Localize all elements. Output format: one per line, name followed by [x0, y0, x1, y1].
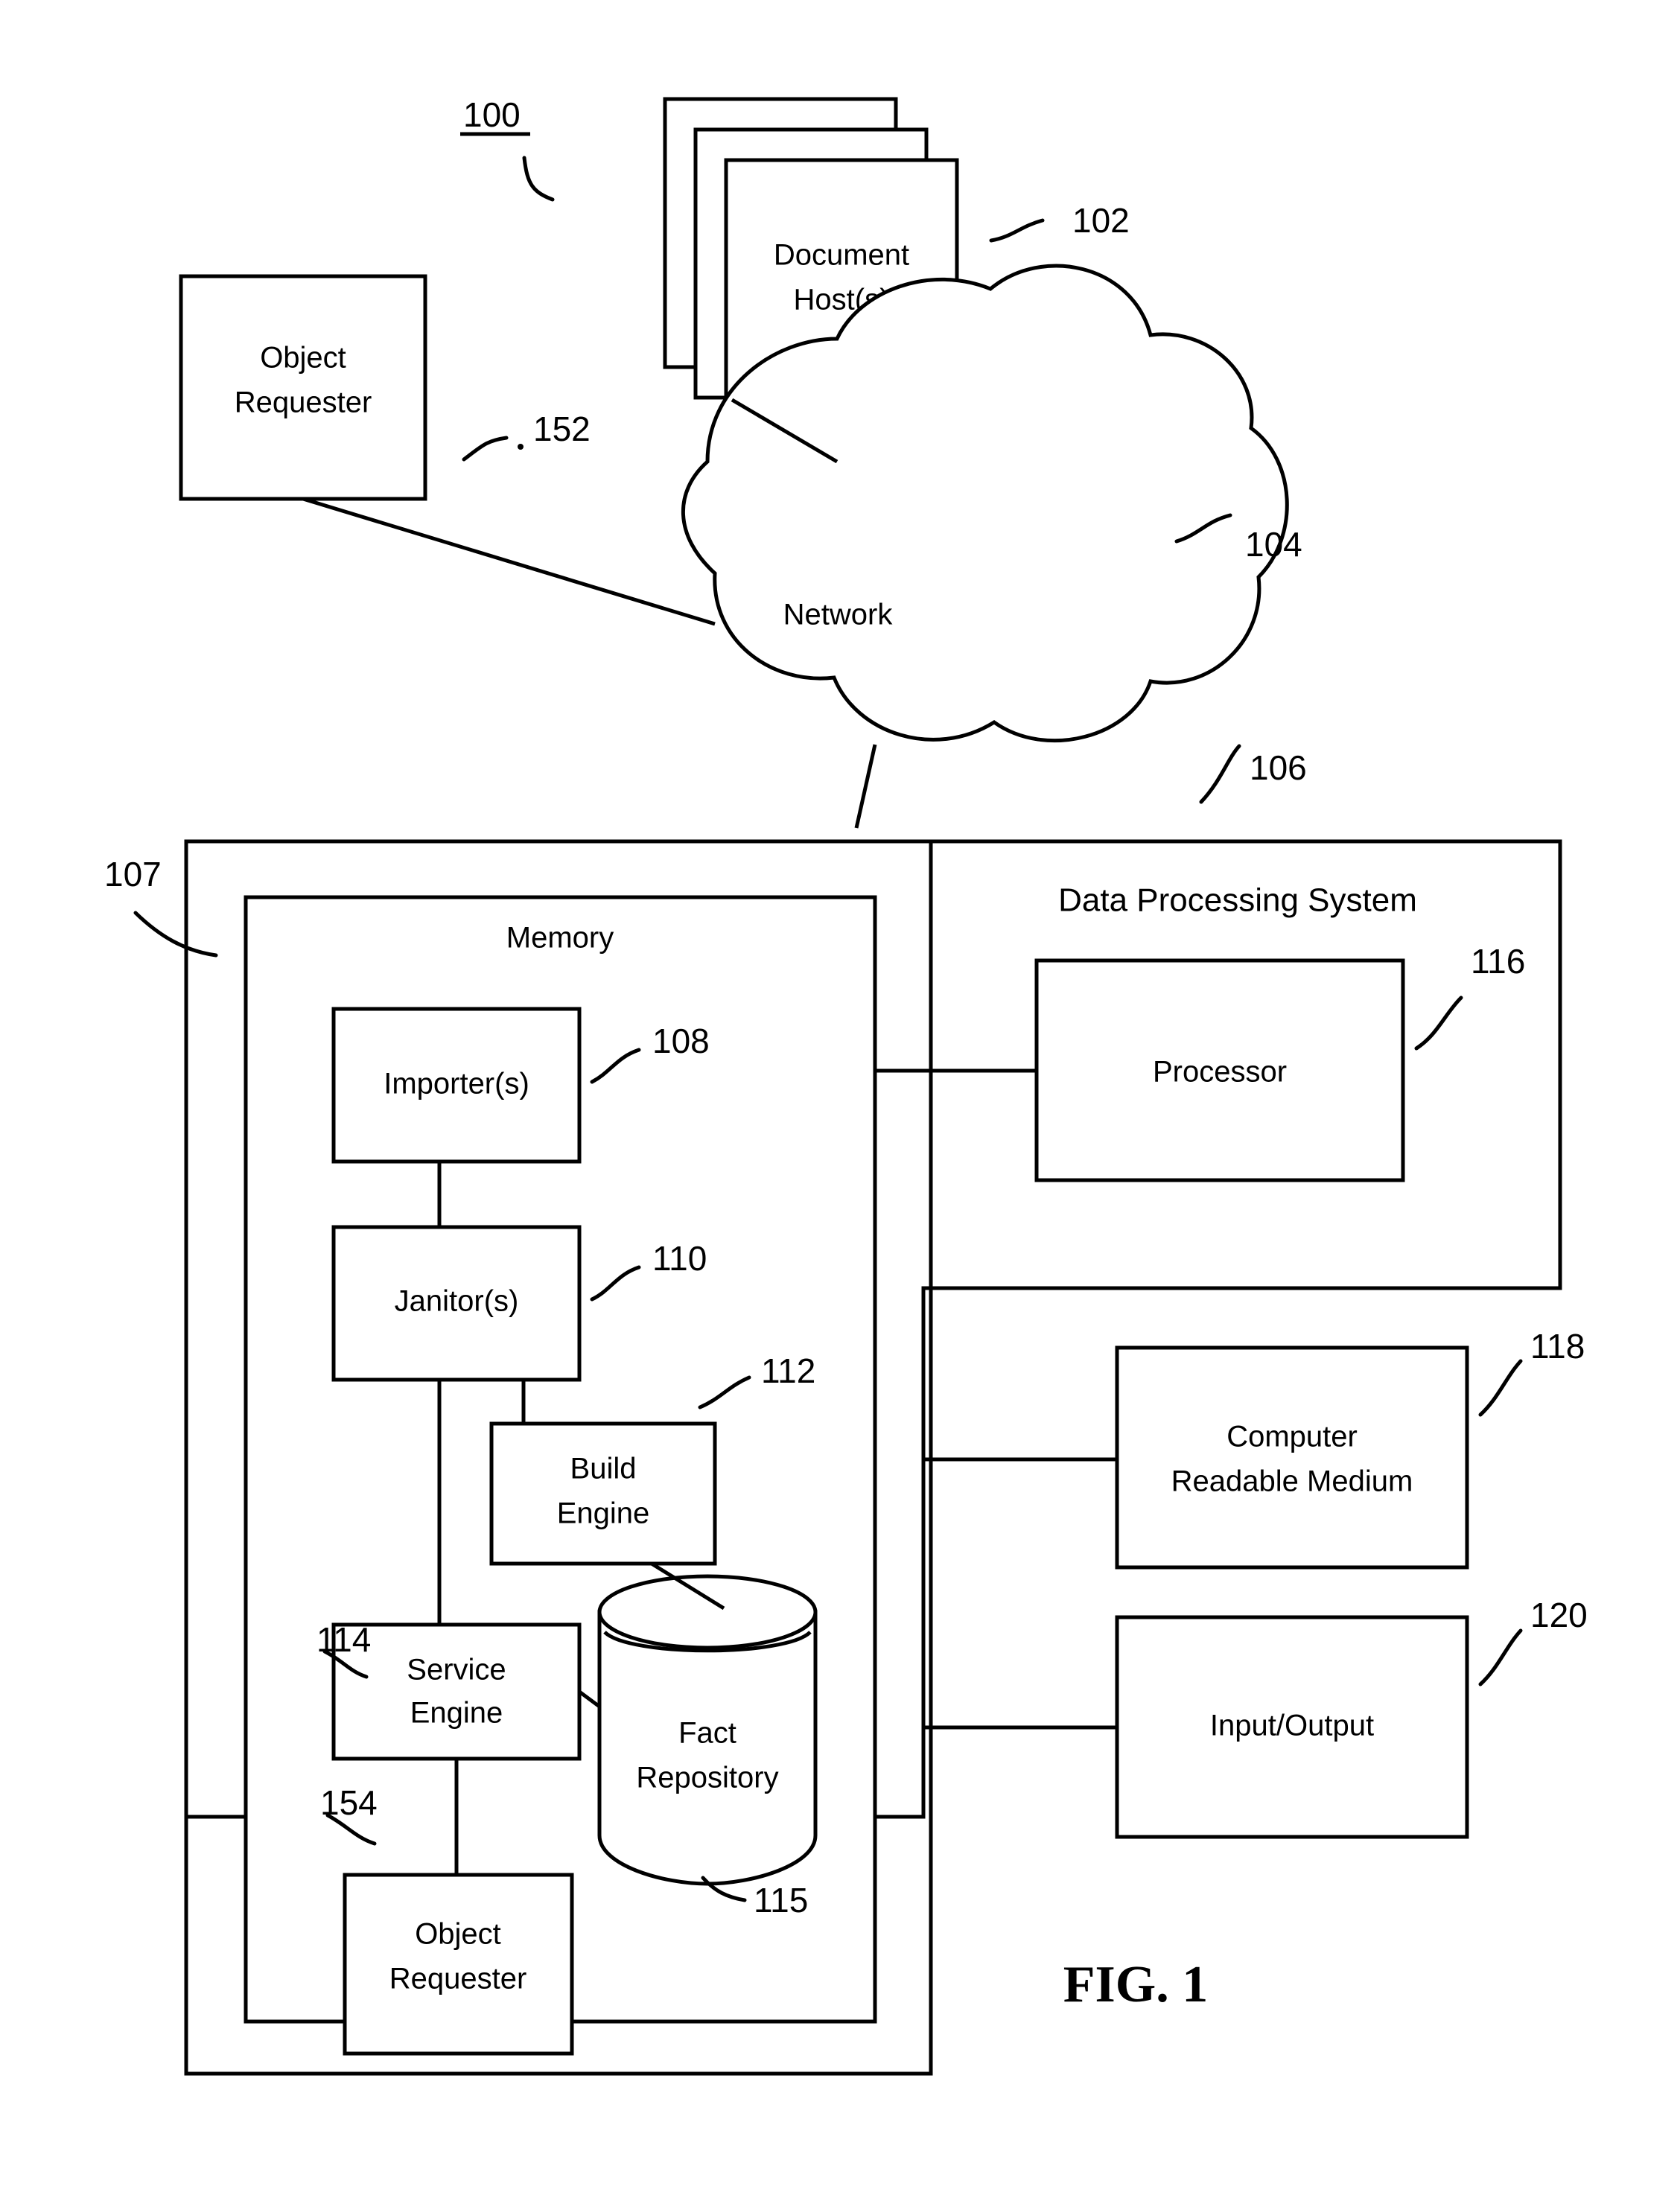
ref-104-label: 104	[1245, 525, 1302, 564]
object-requester-external-label-line2: Requester	[235, 386, 372, 419]
ref-107-leader	[133, 911, 218, 958]
build-engine-label-line1: Build	[570, 1453, 637, 1485]
service-engine-label-line2: Engine	[410, 1697, 503, 1730]
ref-106-label: 106	[1250, 748, 1307, 787]
inner-container-ref-group: 107	[104, 855, 218, 958]
ref-152-leader	[462, 436, 509, 462]
ref-110-label: 110	[652, 1239, 707, 1278]
ref-102-leader	[989, 218, 1045, 243]
build-engine-box	[489, 1421, 717, 1566]
ref-116-leader	[1414, 996, 1463, 1051]
object-requester-external-group: Object Requester 152	[179, 274, 591, 501]
ref-116-label: 116	[1471, 942, 1525, 981]
ref-100-label: 100	[463, 95, 521, 134]
fact-repository-label-line2: Repository	[636, 1762, 778, 1794]
ref-152-dot	[518, 444, 524, 450]
data-processing-system-title: Data Processing System	[1058, 882, 1417, 919]
ref-118-leader	[1478, 1359, 1523, 1417]
input-output-group: Input/Output 120	[1115, 1596, 1588, 1839]
connector-objectrequester-to-network	[302, 497, 716, 626]
service-engine-label-line1: Service	[407, 1654, 506, 1686]
ref-115-label: 115	[754, 1881, 808, 1920]
build-engine-label-line2: Engine	[557, 1497, 650, 1530]
fact-repository-group: Fact Repository 115	[597, 1574, 818, 1920]
object-requester-internal-label-line2: Requester	[389, 1963, 527, 1995]
ref-120-label: 120	[1530, 1596, 1588, 1634]
computer-readable-medium-label-line2: Readable Medium	[1171, 1465, 1413, 1498]
object-requester-external-label-line1: Object	[260, 342, 346, 375]
patent-figure-1: 100 Object Requester 152 Document Host(s…	[0, 0, 1680, 2198]
memory-label: Memory	[506, 922, 614, 955]
fact-repository-label-line1: Fact	[678, 1717, 736, 1750]
ref-108-label: 108	[652, 1022, 710, 1060]
system-ref-100-group: 100	[460, 95, 555, 202]
ref-112-label: 112	[761, 1351, 815, 1390]
computer-readable-medium-box	[1115, 1345, 1469, 1570]
processor-group: Processor 116	[1034, 942, 1525, 1182]
fact-repository-top	[597, 1574, 818, 1650]
computer-readable-medium-label-line1: Computer	[1226, 1421, 1358, 1453]
input-output-label: Input/Output	[1210, 1710, 1374, 1742]
importers-label: Importer(s)	[384, 1068, 529, 1100]
ref-100-leader	[522, 156, 555, 202]
figure-caption: FIG. 1	[1063, 1956, 1208, 2013]
computer-readable-medium-group: Computer Readable Medium 118	[1115, 1327, 1585, 1570]
object-requester-internal-label-line1: Object	[415, 1918, 501, 1951]
document-hosts-label-line1: Document	[774, 239, 909, 272]
processor-label: Processor	[1153, 1056, 1287, 1089]
network-label: Network	[783, 599, 894, 631]
janitors-label: Janitor(s)	[395, 1285, 519, 1318]
ref-118-label: 118	[1530, 1327, 1585, 1366]
ref-102-label: 102	[1072, 201, 1130, 240]
figure-canvas: 100 Object Requester 152 Document Host(s…	[104, 95, 1588, 2076]
ref-107-label: 107	[104, 855, 162, 893]
ref-120-leader	[1478, 1628, 1523, 1686]
ref-152-label: 152	[533, 410, 591, 448]
service-engine-group: Service Engine 114	[316, 1620, 582, 1761]
ref-106-leader	[1199, 744, 1241, 804]
connector-network-to-dps	[854, 744, 877, 829]
